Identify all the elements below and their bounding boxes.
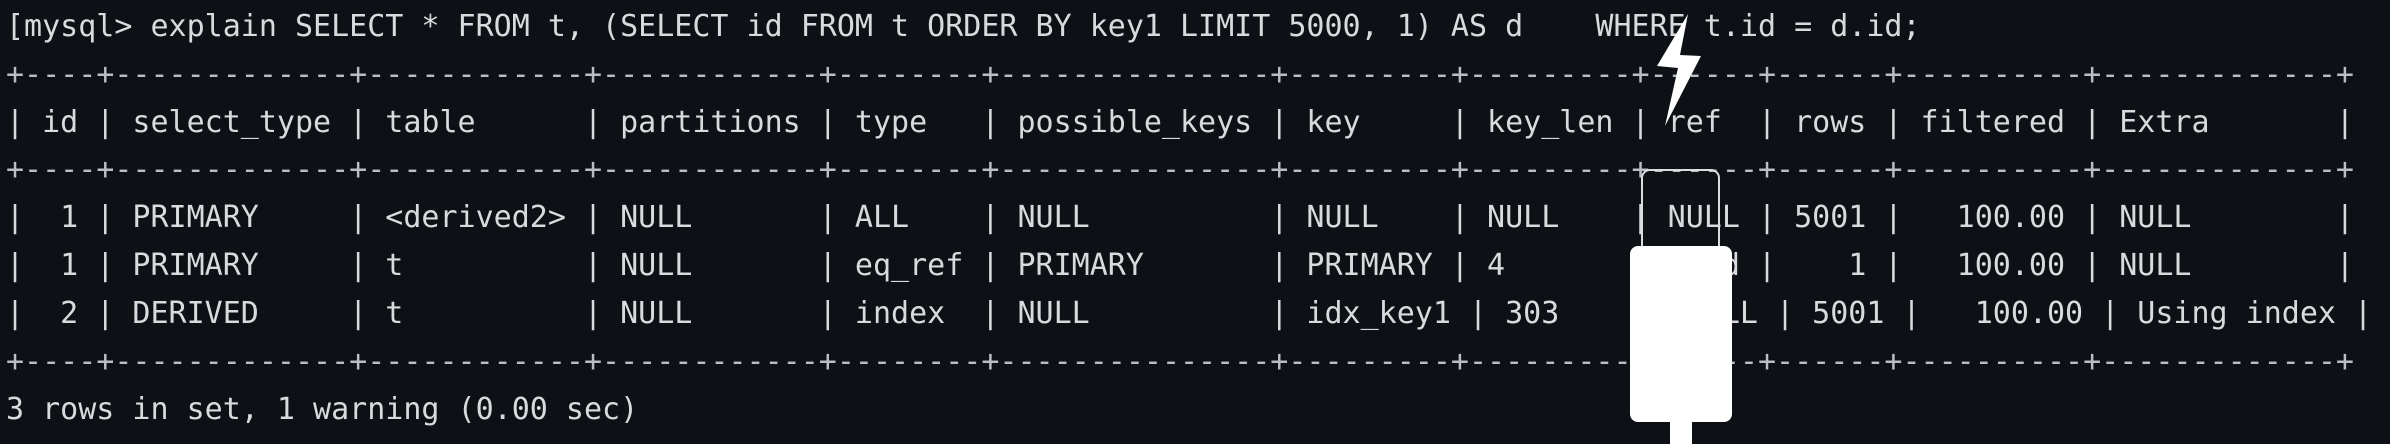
table-border-bottom: +----+-------------+------------+-------… (6, 344, 2354, 379)
command-line: [mysql> explain SELECT * FROM t, (SELECT… (6, 9, 1921, 44)
table-row: | 2 | DERIVED | t | NULL | index | NULL … (6, 296, 2373, 331)
terminal-window[interactable]: [mysql> explain SELECT * FROM t, (SELECT… (0, 0, 2390, 444)
table-row: | 1 | PRIMARY | <derived2> | NULL | ALL … (6, 200, 2354, 235)
table-row: | 1 | PRIMARY | t | NULL | eq_ref | PRIM… (6, 248, 2354, 283)
table-border-top: +----+-------------+------------+-------… (6, 57, 2354, 92)
table-header-row: | id | select_type | table | partitions … (6, 105, 2354, 140)
table-border-mid: +----+-------------+------------+-------… (6, 152, 2354, 187)
result-footer: 3 rows in set, 1 warning (0.00 sec) (6, 392, 639, 427)
